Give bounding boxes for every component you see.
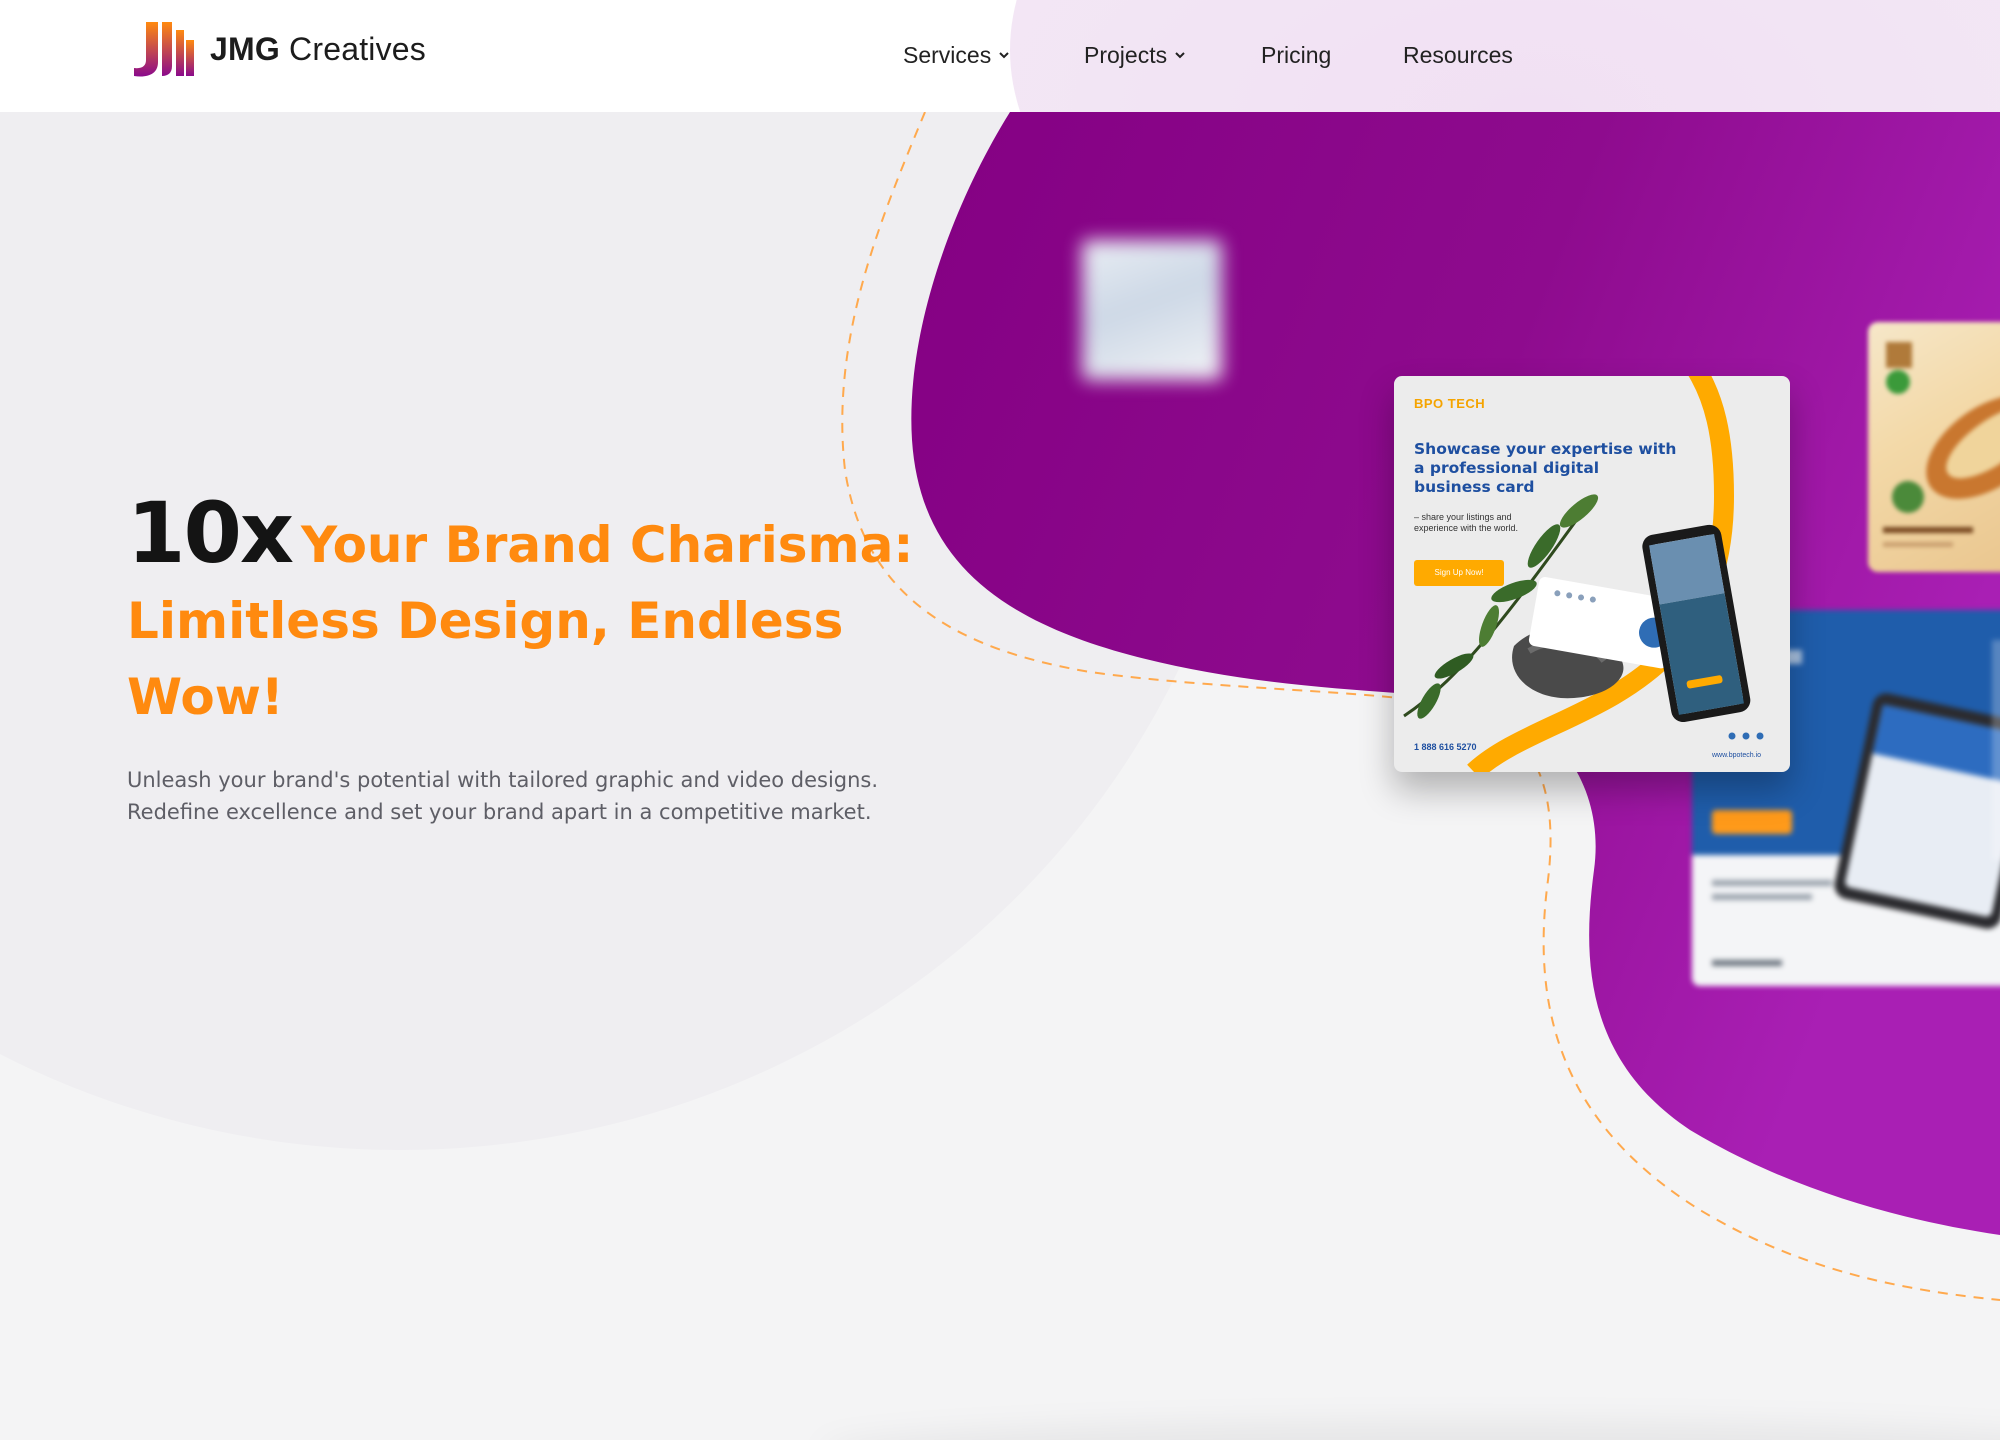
food-promo-card-image [1868, 322, 2000, 572]
nav-item-services[interactable]: Services [903, 38, 1011, 72]
nav-item-projects[interactable]: Projects [1084, 38, 1187, 72]
nav-item-pricing[interactable]: Pricing [1261, 38, 1331, 72]
hero-headline-line-1: Your Brand Charisma: [300, 516, 914, 574]
blurred-thumbnail-image [1082, 240, 1222, 380]
card-title-line-2: a professional digital [1414, 459, 1600, 477]
nav-item-projects-label: Projects [1084, 41, 1168, 68]
card-description: – share your listings and experience wit… [1414, 512, 1518, 534]
card-title-line-1: Showcase your expertise with [1414, 440, 1677, 458]
nav-item-pricing-label: Pricing [1261, 41, 1332, 68]
card-brand-label: BPO TECH [1414, 396, 1486, 411]
card-title: Showcase your expertise with a professio… [1414, 440, 1684, 497]
hero-text-block: 10x Your Brand Charisma: Limitless Desig… [127, 491, 947, 828]
card-description-line-1: – share your listings and [1414, 512, 1512, 522]
nav-item-services-label: Services [903, 41, 992, 68]
hero-headline-multiplier: 10x [127, 484, 294, 582]
card-title-line-3: business card [1414, 478, 1535, 496]
hero-subtext-line-1: Unleash your brand's potential with tail… [127, 768, 879, 792]
card-signup-button: Sign Up Now! [1434, 568, 1484, 577]
hero-subtext: Unleash your brand's potential with tail… [127, 764, 947, 828]
card-phone-number: 1 888 616 5270 [1414, 742, 1477, 752]
card-description-line-2: experience with the world. [1414, 523, 1519, 533]
site-header: JMG Creatives Services Projects Pricing … [0, 0, 2000, 112]
hero-headline: 10x Your Brand Charisma: Limitless Desig… [127, 491, 947, 738]
page: BPO TECH Showcase your expertise with a … [0, 0, 2000, 1440]
business-card-promo-card: BPO TECH Showcase your expertise with a … [1394, 376, 1790, 772]
nav-item-resources-label: Resources [1403, 41, 1513, 68]
chevron-down-icon [999, 52, 1009, 59]
card-website: www.bpotech.io [1712, 752, 1762, 759]
nav-item-resources[interactable]: Resources [1403, 38, 1513, 72]
main-navigation: Services Projects Pricing Resources [0, 38, 2000, 74]
hero-headline-line-2: Limitless Design, Endless Wow! [127, 592, 844, 726]
chevron-down-icon [1175, 52, 1185, 59]
hero-subtext-line-2: Redefine excellence and set your brand a… [127, 800, 872, 824]
